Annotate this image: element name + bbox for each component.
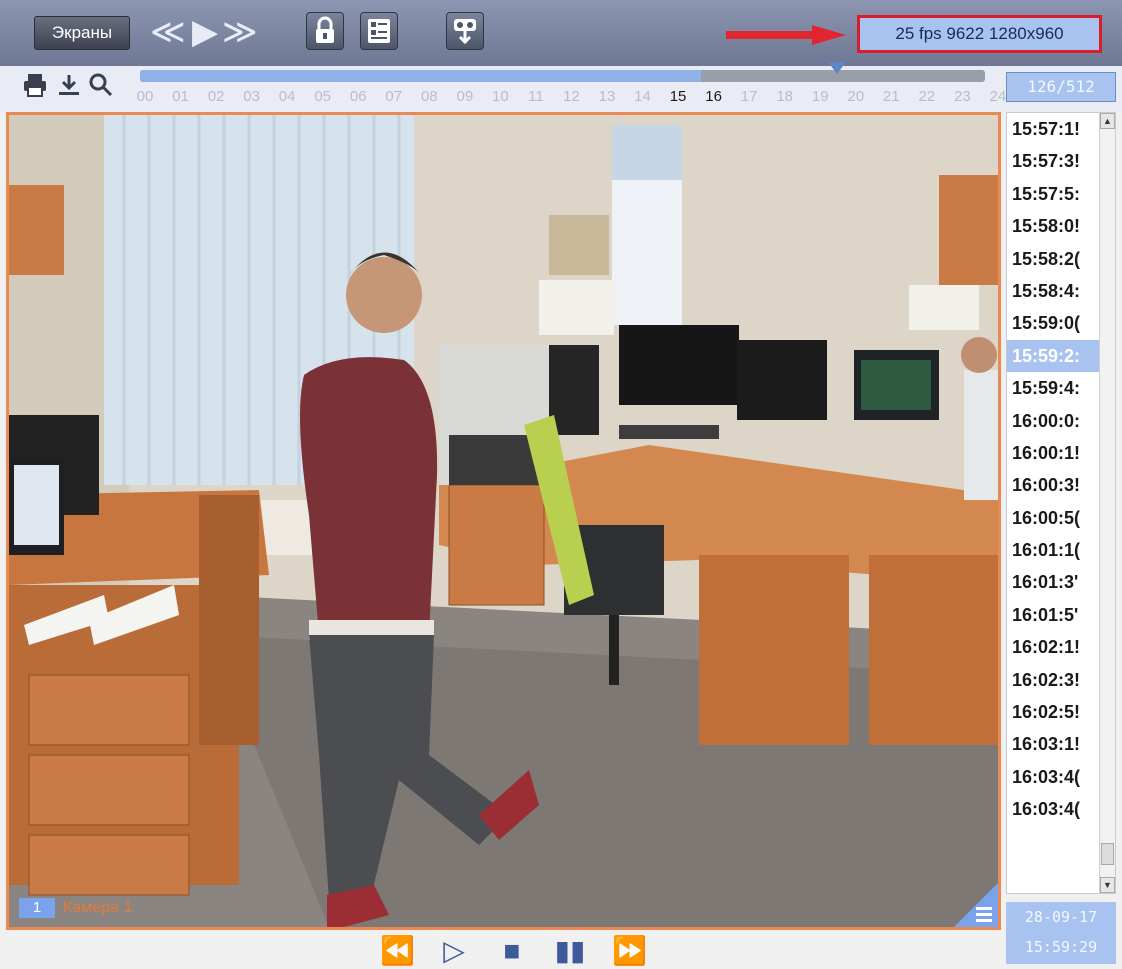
frame-counter: 126/512	[1006, 72, 1116, 102]
time-list-item[interactable]: 15:58:2(	[1007, 243, 1099, 275]
time-list-item[interactable]: 15:58:4:	[1007, 275, 1099, 307]
timeline-hour-label[interactable]: 03	[239, 88, 265, 105]
print-icon[interactable]	[22, 72, 48, 102]
current-time: 15:59:29	[1024, 938, 1098, 956]
timeline-hour-label[interactable]: 04	[274, 88, 300, 105]
time-list-item[interactable]: 15:59:4:	[1007, 372, 1099, 404]
timeline-hour-label[interactable]: 06	[345, 88, 371, 105]
timeline-hour-label[interactable]: 16	[701, 88, 727, 105]
timeline-hour-label[interactable]: 13	[594, 88, 620, 105]
camera-video-view[interactable]: 1 Камера 1	[6, 112, 1001, 930]
timeline-hour-label[interactable]: 05	[310, 88, 336, 105]
lock-icon[interactable]	[306, 12, 344, 50]
time-list-item[interactable]: 15:57:3!	[1007, 145, 1099, 177]
timeline-position-marker[interactable]	[828, 62, 846, 74]
timeline-hour-label[interactable]: 07	[381, 88, 407, 105]
forward-fast-icon[interactable]: ≫	[222, 12, 258, 52]
camera-name: Камера 1	[63, 899, 133, 916]
step-forward-icon[interactable]: ⏩	[612, 934, 647, 968]
time-list-item[interactable]: 16:01:1(	[1007, 534, 1099, 566]
timeline-hour-labels: 00 01 02 03 04 05 06 07 08 09 10 11 12 13 14 15 16 17 18 19…	[132, 88, 1007, 108]
camera-frame-image	[9, 115, 998, 927]
timeline-hour-label[interactable]: 14	[630, 88, 656, 105]
screens-button[interactable]: Экраны	[34, 16, 130, 50]
timeline-hour-label[interactable]: 20	[843, 88, 869, 105]
list-icon[interactable]	[360, 12, 398, 50]
timeline-hour-label[interactable]: 18	[772, 88, 798, 105]
scroll-thumb[interactable]	[1101, 843, 1114, 865]
time-list-item[interactable]: 16:01:5'	[1007, 599, 1099, 631]
time-list-item[interactable]: 15:57:1!	[1007, 113, 1099, 145]
step-back-icon[interactable]: ⏪	[380, 934, 415, 968]
time-list-item[interactable]: 16:03:1!	[1007, 728, 1099, 760]
timeline-hour-label[interactable]: 11	[523, 88, 549, 105]
timeline-hour-label[interactable]: 08	[416, 88, 442, 105]
play-icon[interactable]: ▶	[192, 12, 218, 52]
menu-icon[interactable]	[954, 883, 998, 927]
timeline-hour-label[interactable]: 12	[558, 88, 584, 105]
archive-export-icon[interactable]	[446, 12, 484, 50]
event-time-list: 15:57:1! 15:57:3! 15:57:5: 15:58:0! 15:58:2(…	[1006, 112, 1116, 894]
playback-controls: ⏪ ▷ ■ ▮▮ ⏩	[380, 934, 647, 968]
camera-label: 1 Камера 1	[19, 897, 132, 919]
timeline-progress	[140, 70, 701, 82]
timeline-hour-label[interactable]: 02	[203, 88, 229, 105]
pause-icon[interactable]: ▮▮	[554, 934, 586, 968]
stop-icon[interactable]: ■	[496, 934, 528, 968]
time-list-item[interactable]: 16:02:1!	[1007, 631, 1099, 663]
time-list-item[interactable]: 15:59:2:	[1007, 339, 1099, 373]
timeline-bar: 00 01 02 03 04 05 06 07 08 09 10 11 12 13 14 15 16 17 18 19…	[0, 62, 1122, 112]
timeline-hour-label[interactable]: 23	[949, 88, 975, 105]
rewind-fast-icon[interactable]: ≪	[150, 12, 186, 52]
camera-number: 1	[19, 898, 55, 918]
scroll-up-icon[interactable]: ▲	[1100, 113, 1115, 129]
timeline-hour-label[interactable]: 00	[132, 88, 158, 105]
time-list-item[interactable]: 16:00:5(	[1007, 502, 1099, 534]
timeline-hour-label[interactable]: 19	[807, 88, 833, 105]
timeline-hour-label[interactable]: 01	[168, 88, 194, 105]
time-list-item[interactable]: 16:00:1!	[1007, 437, 1099, 469]
time-list-item[interactable]: 16:01:3'	[1007, 566, 1099, 598]
time-list-item[interactable]: 16:00:0:	[1007, 405, 1099, 437]
time-list-item[interactable]: 15:57:5:	[1007, 178, 1099, 210]
fps-resolution-info: 25 fps 9622 1280x960	[857, 15, 1102, 53]
time-list-item[interactable]: 15:58:0!	[1007, 210, 1099, 242]
time-list-item[interactable]: 16:03:4(	[1007, 761, 1099, 793]
time-list-item[interactable]: 16:02:5!	[1007, 696, 1099, 728]
time-list-item[interactable]: 15:59:0(	[1007, 307, 1099, 339]
timeline-hour-label[interactable]: 17	[736, 88, 762, 105]
current-date: 28-09-17	[1024, 908, 1098, 926]
timeline-track[interactable]	[140, 62, 985, 82]
timeline-hour-label[interactable]: 15	[665, 88, 691, 105]
timeline-hour-label[interactable]: 09	[452, 88, 478, 105]
scroll-down-icon[interactable]: ▼	[1100, 877, 1115, 893]
red-arrow-annotation	[726, 25, 846, 45]
time-list-item[interactable]: 16:02:3!	[1007, 664, 1099, 696]
time-list-scrollbar[interactable]: ▲ ▼	[1099, 113, 1115, 893]
top-toolbar: Экраны ≪ ▶ ≫ 25 fps 9622 1280x960	[0, 0, 1122, 66]
time-list-item[interactable]: 16:00:3!	[1007, 469, 1099, 501]
timeline-hour-label[interactable]: 22	[914, 88, 940, 105]
timeline-hour-label[interactable]: 10	[487, 88, 513, 105]
timeline-hour-label[interactable]: 21	[878, 88, 904, 105]
search-icon[interactable]	[88, 72, 114, 102]
play-icon[interactable]: ▷	[438, 934, 470, 968]
time-list-item[interactable]: 16:03:4(	[1007, 793, 1099, 825]
download-icon[interactable]	[56, 72, 82, 102]
current-date-time: 28-09-17 15:59:29	[1006, 902, 1116, 964]
